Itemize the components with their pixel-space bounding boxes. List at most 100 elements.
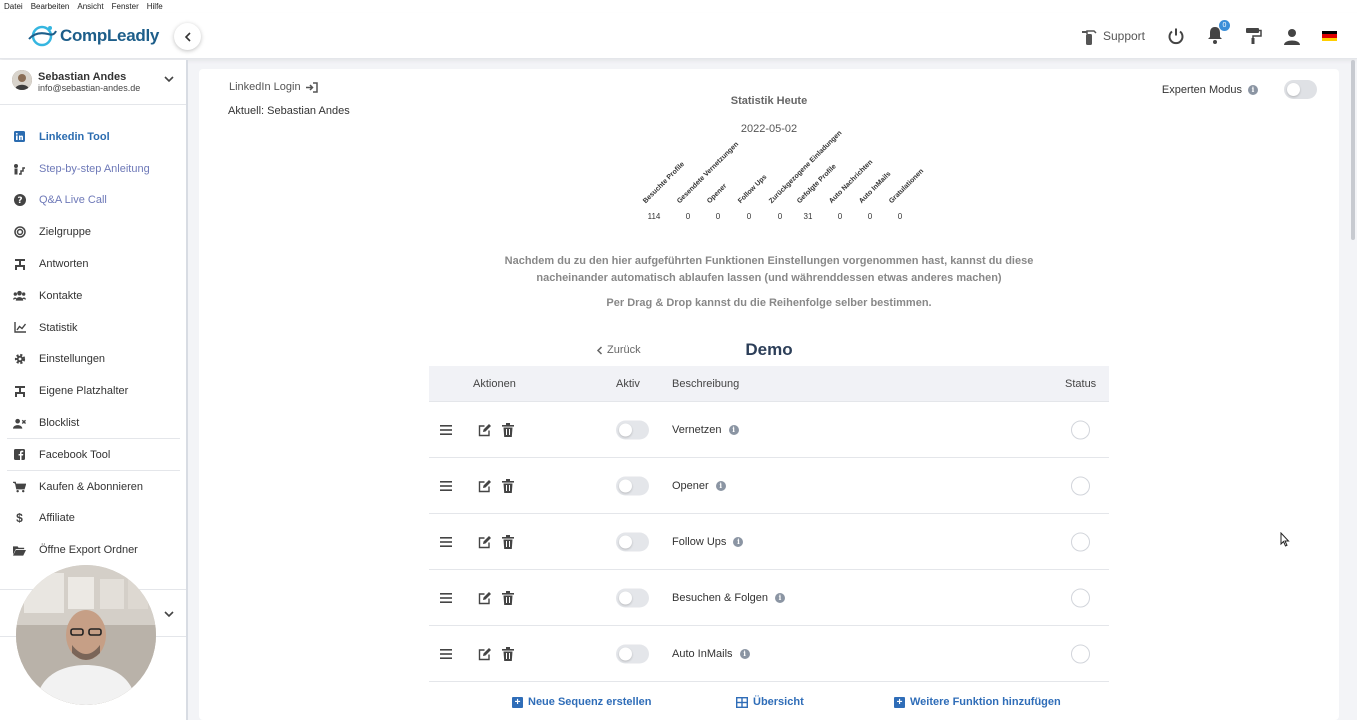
drag-handle-icon[interactable]	[440, 480, 452, 491]
header-status: Status	[1065, 377, 1097, 390]
edit-icon[interactable]	[478, 591, 492, 605]
drag-handle-icon[interactable]	[440, 592, 452, 603]
user-profile[interactable]: Sebastian Andes info@sebastian-andes.de	[0, 60, 186, 105]
info-icon[interactable]: i	[715, 480, 726, 491]
info-icon[interactable]: i	[1248, 84, 1258, 95]
stat-label: Gratulationen	[888, 167, 926, 205]
stat-value: 0	[715, 212, 721, 221]
overview-label: Übersicht	[753, 696, 804, 708]
trash-icon[interactable]	[502, 646, 514, 661]
power-icon[interactable]	[1167, 27, 1185, 45]
linkedin-login-link[interactable]: LinkedIn Login	[229, 81, 318, 93]
sidebar-item-affiliate[interactable]: $ Affiliate	[0, 503, 186, 535]
menu-fenster[interactable]: Fenster	[112, 2, 139, 11]
sidebar-item-einstellungen[interactable]: Einstellungen	[0, 344, 186, 376]
sidebar-item-facebook-tool[interactable]: Facebook Tool	[0, 439, 186, 471]
trash-icon[interactable]	[502, 478, 514, 493]
trash-icon[interactable]	[502, 590, 514, 605]
sidebar-item-label: Blocklist	[39, 417, 80, 430]
drag-handle-icon[interactable]	[440, 536, 452, 547]
menu-ansicht[interactable]: Ansicht	[77, 2, 103, 11]
support-button[interactable]: Support	[1081, 28, 1145, 45]
menu-datei[interactable]: Datei	[4, 2, 23, 11]
sidebar-item-label: Kontakte	[39, 289, 83, 302]
sidebar-item-zielgruppe[interactable]: Zielgruppe	[0, 216, 186, 248]
info-icon[interactable]: i	[739, 648, 750, 659]
active-toggle[interactable]	[616, 644, 649, 663]
menu-hilfe[interactable]: Hilfe	[147, 2, 163, 11]
stats-title: Statistik Heute	[730, 95, 808, 107]
sidebar-item-antworten[interactable]: Antworten	[0, 248, 186, 280]
gear-icon	[13, 353, 26, 366]
new-sequence-button[interactable]: + Neue Sequenz erstellen	[512, 696, 652, 708]
stats-date: 2022-05-02	[740, 123, 798, 135]
active-toggle[interactable]	[616, 420, 649, 439]
add-function-button[interactable]: + Weitere Funktion hinzufügen	[894, 696, 1061, 708]
sidebar-item-kontakte[interactable]: Kontakte	[0, 280, 186, 312]
table-icon	[736, 696, 748, 708]
drag-drop-hint: Per Drag & Drop kannst du die Reihenfolg…	[606, 297, 932, 309]
stat-auto-nachrichten: Auto Nachrichten 0	[828, 159, 874, 221]
sidebar-item-kaufen-abonnieren[interactable]: Kaufen & Abonnieren	[0, 471, 186, 503]
drag-handle-icon[interactable]	[440, 424, 452, 435]
contacts-icon	[13, 289, 26, 302]
german-flag-icon[interactable]	[1322, 31, 1337, 41]
stat-value: 114	[647, 212, 661, 221]
stat-value: 0	[777, 212, 783, 221]
edit-icon[interactable]	[478, 479, 492, 493]
info-icon[interactable]: i	[733, 536, 744, 547]
sidebar-item-label: Kaufen & Abonnieren	[39, 480, 143, 493]
edit-icon[interactable]	[478, 535, 492, 549]
sidebar-item-linkedin-tool[interactable]: Linkedin Tool	[0, 121, 186, 153]
sidebar-item-statistik[interactable]: Statistik	[0, 312, 186, 344]
table-row: Auto InMails i	[429, 626, 1109, 682]
overview-button[interactable]: Übersicht	[736, 696, 804, 708]
svg-text:?: ?	[17, 197, 22, 207]
user-icon[interactable]	[1284, 28, 1300, 45]
info-icon[interactable]: i	[775, 592, 786, 603]
edit-icon[interactable]	[478, 423, 492, 437]
facebook-icon	[13, 448, 26, 461]
sidebar-item-qa-live-call[interactable]: ? Q&A Live Call	[0, 185, 186, 217]
folder-icon	[13, 544, 26, 557]
app-logo[interactable]: CompLeadly	[26, 21, 159, 51]
expert-mode-label: Experten Modus	[1161, 83, 1242, 96]
sidebar-item-label: Eigene Platzhalter	[39, 385, 129, 398]
stat-opener: Opener 0	[706, 165, 737, 221]
drag-handle-icon[interactable]	[440, 648, 452, 659]
sidebar-item-label: Linkedin Tool	[39, 130, 110, 143]
user-email: info@sebastian-andes.de	[38, 83, 141, 93]
active-toggle[interactable]	[616, 532, 649, 551]
sidebar-item-export-ordner[interactable]: Öffne Export Ordner	[0, 534, 186, 566]
status-indicator	[1071, 644, 1090, 663]
menu-bearbeiten[interactable]: Bearbeiten	[31, 2, 70, 11]
trash-icon[interactable]	[502, 422, 514, 437]
sidebar-item-label: Öffne Export Ordner	[39, 544, 138, 557]
trash-icon[interactable]	[502, 534, 514, 549]
row-description: Follow Ups i	[672, 536, 744, 548]
chart-icon	[13, 321, 26, 334]
active-toggle[interactable]	[616, 476, 649, 495]
chevron-down-icon[interactable]	[164, 610, 174, 618]
stat-label: Opener	[706, 182, 729, 205]
sidebar-item-eigene-platzhalter[interactable]: Eigene Platzhalter	[0, 375, 186, 407]
page-scrollbar[interactable]	[1351, 60, 1355, 240]
main-panel: LinkedIn Login Aktuell: Sebastian Andes …	[199, 69, 1339, 720]
table-row: Opener i	[429, 458, 1109, 514]
sidebar-item-blocklist[interactable]: Blocklist	[0, 407, 186, 439]
edit-icon[interactable]	[478, 647, 492, 661]
stat-besuchte-profile: Besuchte Profile 114	[642, 161, 686, 221]
sidebar-item-step-by-step[interactable]: Step-by-step Anleitung	[0, 153, 186, 185]
sequence-title: Demo	[745, 340, 793, 359]
collapse-sidebar-button[interactable]	[174, 23, 201, 50]
info-icon[interactable]: i	[728, 424, 739, 435]
cart-icon	[13, 480, 26, 493]
notifications-button[interactable]: 0	[1207, 19, 1230, 47]
chevron-down-icon[interactable]	[164, 75, 174, 83]
sidebar-item-label: Step-by-step Anleitung	[39, 162, 150, 175]
stat-value: 31	[803, 212, 813, 221]
paint-roller-icon[interactable]	[1245, 27, 1262, 45]
active-toggle[interactable]	[616, 588, 649, 607]
fire-extinguisher-icon	[1081, 29, 1097, 45]
header-active: Aktiv	[616, 377, 640, 390]
